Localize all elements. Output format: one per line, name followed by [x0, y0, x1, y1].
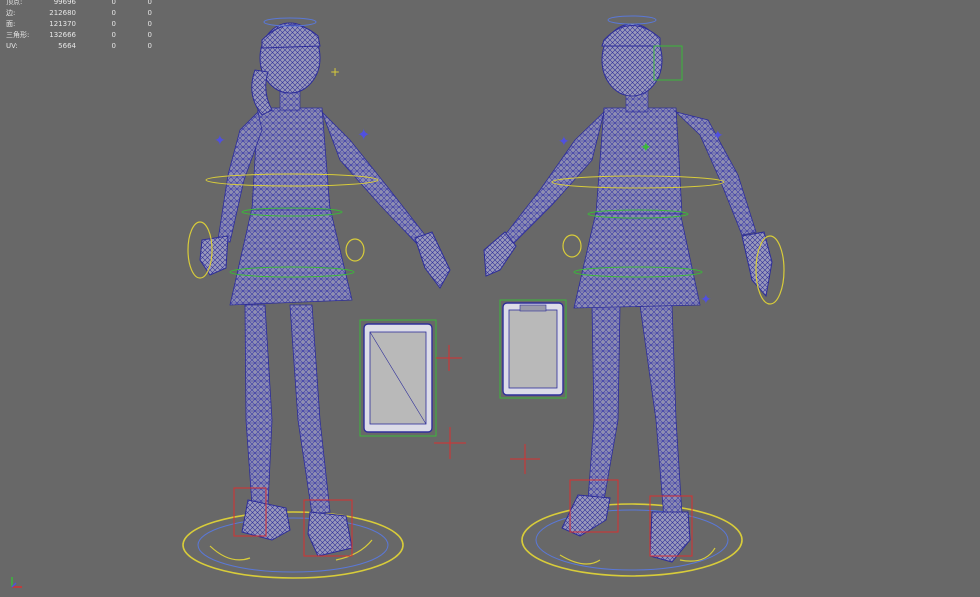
hud-row-edges: 边: 212680 0 0	[6, 8, 156, 19]
svg-text:+: +	[330, 65, 340, 79]
svg-text:✦: ✦	[357, 125, 370, 144]
hud-label: 面:	[6, 20, 16, 28]
hud-row-vertices: 顶点: 99696 0 0	[6, 0, 156, 8]
hud-label: UV:	[6, 42, 18, 50]
hud-value: 0	[111, 42, 116, 50]
base-ring-left[interactable]	[182, 511, 404, 579]
viewport-canvas[interactable]: ✦ ✦ + ✦ ✦ ✦ ✦	[0, 0, 980, 597]
svg-text:✦: ✦	[558, 134, 570, 150]
hud-value: 0	[111, 9, 116, 17]
base-ring-right[interactable]	[521, 503, 743, 577]
hud-label: 顶点:	[6, 0, 23, 6]
svg-text:✦: ✦	[214, 133, 226, 149]
hud-value: 0	[147, 20, 152, 28]
axis-gizmo-icon	[11, 577, 22, 588]
hud-value: 0	[147, 31, 152, 39]
svg-text:✦: ✦	[640, 140, 652, 156]
hud-value: 132666	[49, 31, 76, 39]
hud-label: 三角形:	[6, 31, 30, 39]
hud-value: 5664	[58, 42, 76, 50]
hud-value: 0	[147, 9, 152, 17]
hud-value: 99696	[53, 0, 76, 6]
hud-label: 边:	[6, 9, 16, 17]
hud-row-uvs: UV: 5664 0 0	[6, 41, 156, 52]
character-back-view[interactable]: ✦ ✦ +	[182, 17, 451, 579]
character-front-view[interactable]: ✦ ✦ ✦ ✦	[483, 15, 785, 577]
hud-value: 212680	[49, 9, 76, 17]
hud-value: 0	[147, 0, 152, 6]
poly-count-hud: 顶点: 99696 0 0 边: 212680 0 0 面: 121370 0 …	[6, 0, 156, 52]
hud-value: 0	[111, 31, 116, 39]
hud-value: 0	[111, 0, 116, 6]
clipboard-prop-right[interactable]	[499, 299, 567, 399]
locator-red-3[interactable]	[510, 444, 540, 474]
hud-value: 0	[147, 42, 152, 50]
svg-text:✦: ✦	[700, 292, 712, 308]
locator-red-1[interactable]	[436, 345, 462, 371]
hud-row-faces: 面: 121370 0 0	[6, 19, 156, 30]
hud-row-triangles: 三角形: 132666 0 0	[6, 30, 156, 41]
hud-value: 0	[111, 20, 116, 28]
locator-red-2[interactable]	[434, 427, 466, 459]
hud-value: 121370	[49, 20, 76, 28]
svg-text:✦: ✦	[712, 128, 724, 144]
clipboard-prop-left[interactable]	[359, 319, 437, 437]
